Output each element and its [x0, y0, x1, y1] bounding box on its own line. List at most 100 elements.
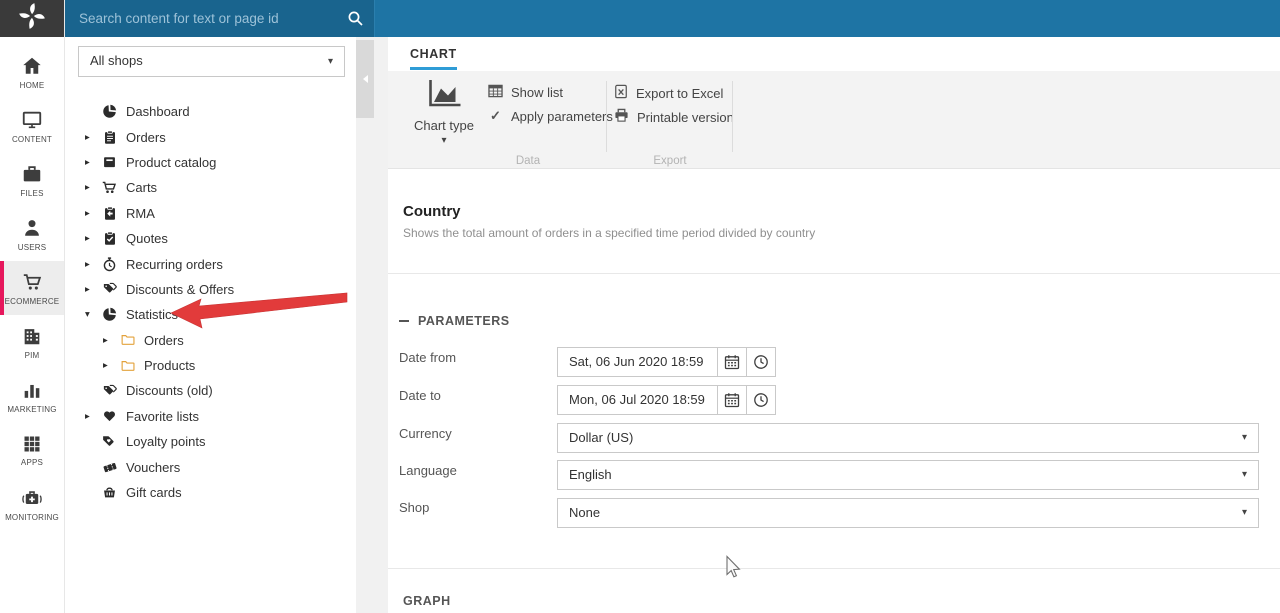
tree-item-label: Product catalog: [126, 155, 216, 170]
expander-collapsed-icon[interactable]: ▸: [85, 132, 101, 143]
main-area: CHART Chart type ▾ Show list ✓ Apply par…: [374, 37, 1280, 613]
sidebar-collapse-handle[interactable]: [356, 40, 374, 118]
clipboard-icon: [101, 129, 118, 145]
shop-selector-value: All shops: [90, 53, 143, 68]
expander-collapsed-icon[interactable]: ▸: [85, 182, 101, 193]
date-from-label: Date from: [399, 350, 456, 365]
expander-collapsed-icon[interactable]: ▸: [85, 284, 101, 295]
apply-parameters-button[interactable]: ✓ Apply parameters: [488, 108, 613, 124]
language-value: English: [569, 467, 612, 482]
search-icon[interactable]: [347, 10, 364, 32]
chevron-left-icon: [363, 75, 368, 83]
divider: [388, 568, 1280, 569]
export-to-excel-button[interactable]: Export to Excel: [614, 84, 723, 102]
tree-item-favorite-lists[interactable]: ▸ Favorite lists: [64, 404, 356, 429]
rail-item-pim[interactable]: PIM: [0, 315, 64, 369]
box-icon: [101, 154, 118, 170]
calendar-icon[interactable]: [718, 347, 747, 377]
chart-type-label: Chart type: [402, 118, 486, 133]
language-select[interactable]: English ▾: [557, 460, 1259, 490]
rail-item-home[interactable]: HOME: [0, 45, 64, 99]
expander-collapsed-icon[interactable]: ▸: [85, 208, 101, 219]
date-to-field: Mon, 06 Jul 2020 18:59: [557, 385, 776, 415]
tree-item-product-catalog[interactable]: ▸ Product catalog: [64, 150, 356, 175]
tree-item-recurring-orders[interactable]: ▸ Recurring orders: [64, 251, 356, 276]
rail-item-label: MONITORING: [5, 513, 59, 522]
clipboard-check-icon: [101, 231, 118, 247]
printable-version-button[interactable]: Printable version: [614, 108, 734, 126]
expander-collapsed-icon[interactable]: ▸: [85, 411, 101, 422]
expander-expanded-icon[interactable]: ▾: [85, 309, 101, 320]
tags-icon: [101, 281, 118, 297]
clock-icon[interactable]: [747, 347, 776, 377]
sidebar-collapse-strip: [356, 37, 374, 613]
rail-item-apps[interactable]: APPS: [0, 423, 64, 477]
tree-item-discounts-old[interactable]: Discounts (old): [64, 378, 356, 403]
tree-item-label: Gift cards: [126, 485, 182, 500]
rail-item-content[interactable]: CONTENT: [0, 99, 64, 153]
tree-item-statistics-products[interactable]: ▸ Products: [64, 353, 356, 378]
rail-item-label: USERS: [18, 243, 47, 252]
tree-item-dashboard[interactable]: Dashboard: [64, 99, 356, 124]
graph-section-header[interactable]: GRAPH: [403, 594, 451, 608]
gift-basket-icon: [101, 485, 118, 501]
app-logo[interactable]: [0, 0, 64, 37]
home-icon: [21, 55, 43, 77]
show-list-button[interactable]: Show list: [488, 84, 563, 101]
shop-selector[interactable]: All shops ▾: [78, 46, 345, 77]
date-from-input[interactable]: Sat, 06 Jun 2020 18:59: [557, 347, 718, 377]
rail-item-label: FILES: [20, 189, 43, 198]
folder-icon: [119, 358, 136, 374]
chevron-down-icon: ▾: [402, 136, 486, 146]
table-icon: [488, 84, 503, 101]
tree-item-label: Statistics: [126, 307, 178, 322]
expander-collapsed-icon[interactable]: ▸: [85, 233, 101, 244]
sana-pinwheel-icon: [17, 1, 47, 36]
tree-item-gift-cards[interactable]: Gift cards: [64, 480, 356, 505]
currency-select[interactable]: Dollar (US) ▾: [557, 423, 1259, 453]
tree-item-label: Orders: [144, 333, 184, 348]
collapse-section-icon: [399, 320, 409, 322]
currency-label: Currency: [399, 426, 452, 441]
ribbon-toolbar: Chart type ▾ Show list ✓ Apply parameter…: [388, 71, 1280, 169]
tree-item-statistics[interactable]: ▾ Statistics: [64, 302, 356, 327]
language-label: Language: [399, 463, 457, 478]
date-from-field: Sat, 06 Jun 2020 18:59: [557, 347, 776, 377]
calendar-icon[interactable]: [718, 385, 747, 415]
tree-item-label: Products: [144, 358, 195, 373]
rail-item-marketing[interactable]: MARKETING: [0, 369, 64, 423]
printable-version-label: Printable version: [637, 110, 734, 125]
show-list-label: Show list: [511, 85, 563, 100]
tree-item-vouchers[interactable]: Vouchers: [64, 454, 356, 479]
tree-item-label: Orders: [126, 130, 166, 145]
tree-item-rma[interactable]: ▸ RMA: [64, 201, 356, 226]
expander-collapsed-icon[interactable]: ▸: [103, 360, 119, 371]
chart-type-button[interactable]: Chart type ▾: [402, 79, 486, 161]
tree-item-statistics-orders[interactable]: ▸ Orders: [64, 328, 356, 353]
rail-item-users[interactable]: USERS: [0, 207, 64, 261]
rail-item-files[interactable]: FILES: [0, 153, 64, 207]
excel-file-icon: [614, 84, 628, 102]
tree-item-quotes[interactable]: ▸ Quotes: [64, 226, 356, 251]
pie-chart-icon: [101, 307, 118, 323]
date-to-input[interactable]: Mon, 06 Jul 2020 18:59: [557, 385, 718, 415]
expander-collapsed-icon[interactable]: ▸: [103, 335, 119, 346]
search-input[interactable]: [64, 0, 347, 37]
tab-chart[interactable]: CHART: [410, 47, 457, 70]
expander-collapsed-icon[interactable]: ▸: [85, 259, 101, 270]
grid-icon: [22, 434, 42, 454]
expander-collapsed-icon[interactable]: ▸: [85, 157, 101, 168]
tree-item-orders[interactable]: ▸ Orders: [64, 124, 356, 149]
tree-item-label: Dashboard: [126, 104, 190, 119]
sidebar: All shops ▾ Dashboard ▸ Orders ▸ Product…: [64, 37, 356, 613]
parameters-section-header[interactable]: PARAMETERS: [399, 314, 510, 328]
tree-item-loyalty-points[interactable]: Loyalty points: [64, 429, 356, 454]
clock-icon[interactable]: [747, 385, 776, 415]
tree-item-carts[interactable]: ▸ Carts: [64, 175, 356, 200]
rail-item-monitoring[interactable]: MONITORING: [0, 477, 64, 531]
rail-item-ecommerce[interactable]: ECOMMERCE: [0, 261, 64, 315]
area-chart-icon: [426, 96, 462, 113]
shop-select[interactable]: None ▾: [557, 498, 1259, 528]
tree-item-discounts-offers[interactable]: ▸ Discounts & Offers: [64, 277, 356, 302]
voucher-icon: [101, 459, 118, 475]
